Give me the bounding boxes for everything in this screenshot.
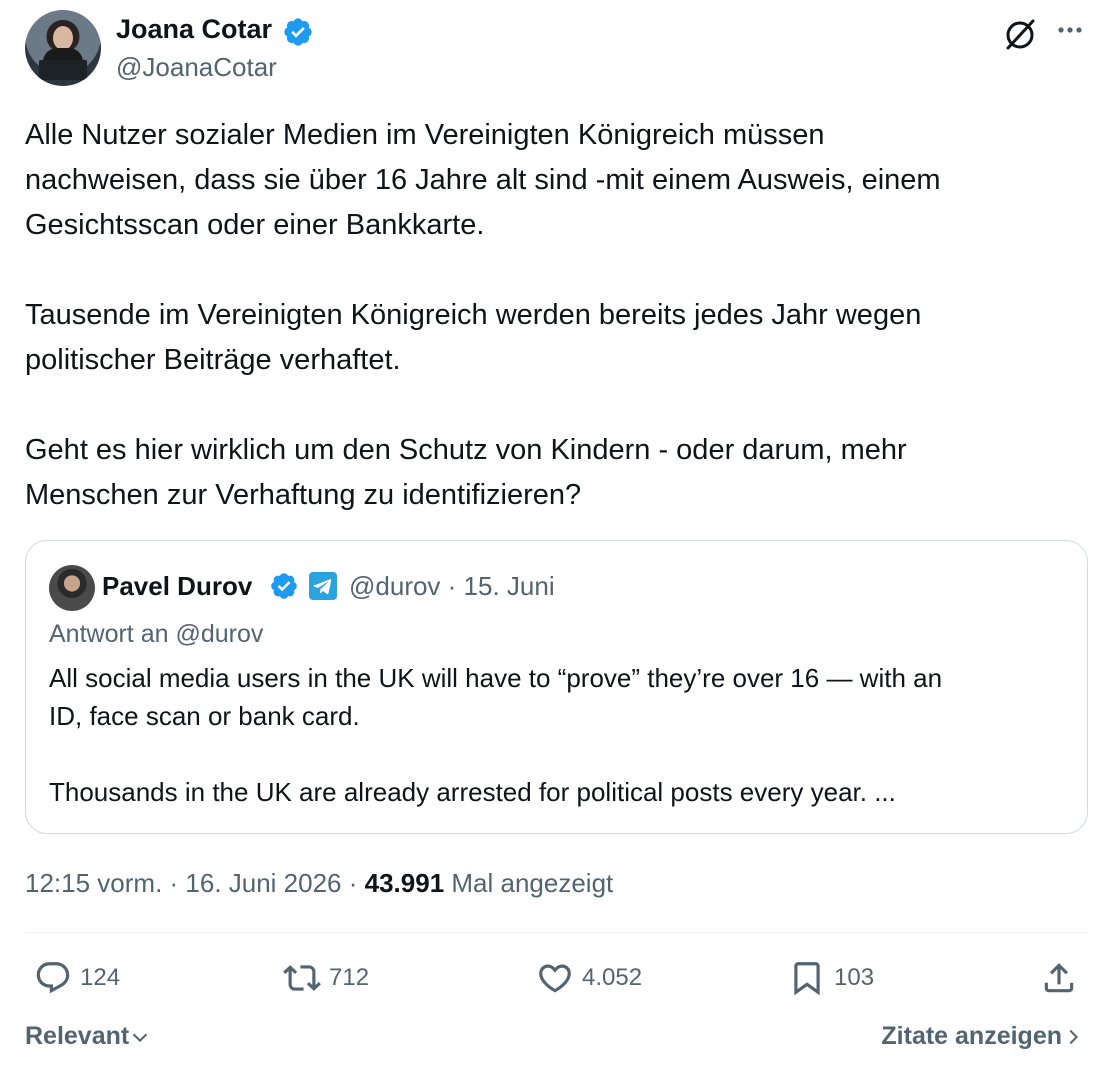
- chevron-down-icon: [133, 1033, 148, 1042]
- repost-button[interactable]: 712: [283, 958, 369, 998]
- quoted-tweet-text: All social media users in the UK will ha…: [49, 663, 943, 807]
- repost-count: 712: [329, 964, 370, 991]
- author-name[interactable]: Joana Cotar: [116, 14, 272, 45]
- view-count-label: Mal angezeigt: [444, 868, 614, 898]
- view-quotes-link[interactable]: Zitate anzeigen: [881, 1022, 1084, 1051]
- more-icon[interactable]: [1054, 16, 1086, 48]
- bookmark-count: 103: [834, 964, 875, 991]
- telegram-icon: [309, 572, 337, 605]
- share-icon: [1044, 963, 1074, 993]
- like-icon: [539, 964, 571, 993]
- sort-label: Relevant: [25, 1022, 130, 1050]
- share-button[interactable]: [1040, 958, 1086, 998]
- quoted-author-avatar[interactable]: [49, 565, 95, 611]
- like-count: 4.052: [582, 964, 643, 991]
- bookmark-icon: [794, 962, 820, 996]
- view-count: 43.991: [364, 868, 445, 898]
- reply-count: 124: [80, 964, 121, 991]
- sort-dropdown[interactable]: Relevant: [25, 1022, 151, 1051]
- quoted-tweet-card[interactable]: Pavel Durov @durov · 15. Juni Antwort an…: [25, 540, 1088, 834]
- tweet-meta: 12:15 vorm. · 16. Juni 2026 · 43.991 Mal…: [25, 868, 613, 899]
- quoted-author-name[interactable]: Pavel Durov: [102, 571, 252, 602]
- verified-badge-icon: [269, 571, 299, 606]
- repost-icon: [283, 965, 321, 991]
- verified-badge-icon[interactable]: [282, 16, 314, 53]
- divider: [25, 932, 1088, 933]
- author-handle[interactable]: @JoanaCotar: [116, 52, 277, 83]
- grok-icon[interactable]: [1002, 16, 1038, 52]
- reply-icon: [36, 962, 70, 994]
- author-avatar[interactable]: [25, 10, 101, 86]
- reply-button[interactable]: 124: [34, 958, 120, 998]
- quoted-reply-to: Antwort an @durov: [49, 620, 264, 648]
- like-button[interactable]: 4.052: [536, 958, 642, 998]
- quoted-handle-date[interactable]: @durov · 15. Juni: [349, 571, 555, 602]
- quotes-label: Zitate anzeigen: [881, 1022, 1062, 1050]
- tweet-text: Alle Nutzer sozialer Medien im Vereinigt…: [25, 119, 941, 511]
- chevron-right-icon: [1069, 1029, 1079, 1044]
- tweet-timestamp[interactable]: 12:15 vorm. · 16. Juni 2026 ·: [25, 868, 365, 898]
- bookmark-button[interactable]: 103: [788, 958, 874, 998]
